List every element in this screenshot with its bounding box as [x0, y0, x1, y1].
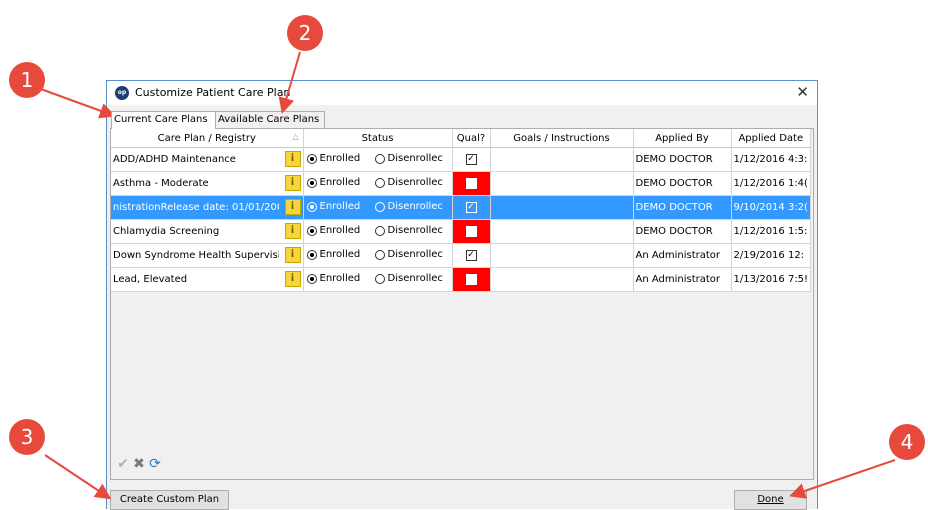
arrow-4: [789, 459, 896, 499]
arrow-2: [278, 51, 301, 114]
callout-2: 2: [287, 15, 323, 51]
callout-3: 3: [9, 419, 45, 455]
arrow-1: [37, 87, 116, 119]
arrow-3: [44, 454, 112, 500]
callout-4: 4: [889, 424, 925, 460]
tab-current-care-plans[interactable]: Current Care Plans: [111, 111, 216, 129]
callout-1: 1: [9, 62, 45, 98]
callout-arrows: [37, 51, 896, 500]
